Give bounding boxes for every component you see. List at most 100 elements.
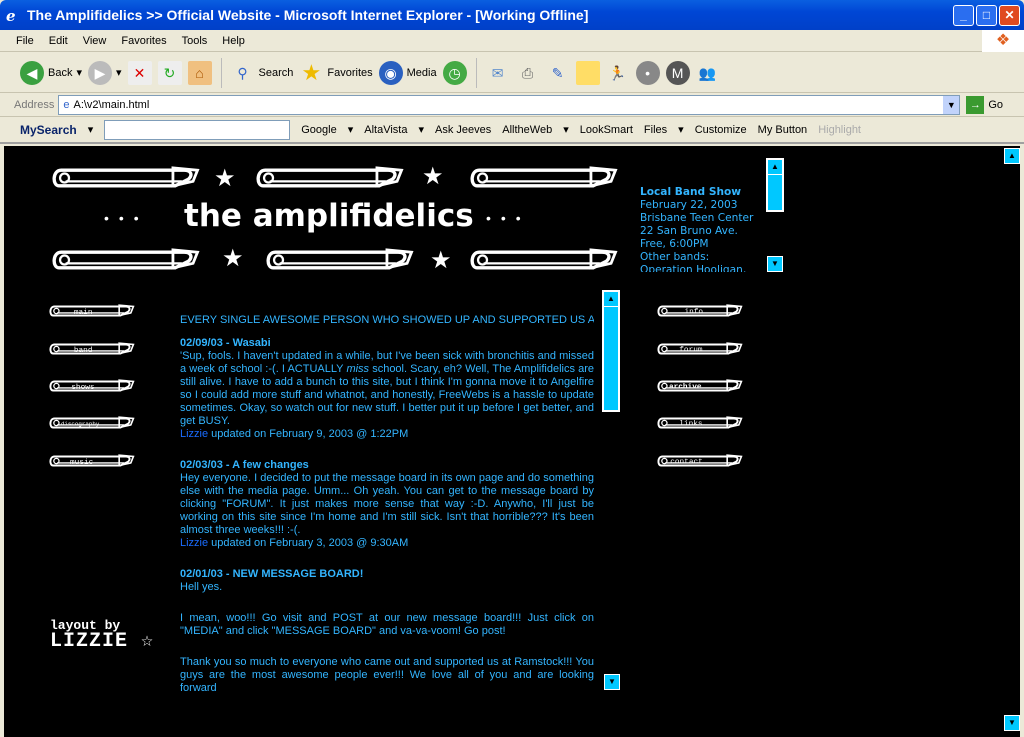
event-scroll-up[interactable]: ▲ [767,159,783,175]
note-icon[interactable] [575,60,600,85]
favorites-button[interactable]: ★ Favorites [299,60,373,85]
dots-decoration: ••• [104,210,149,226]
nav-music[interactable]: music [48,450,136,472]
safety-pin-graphic [470,166,618,188]
messenger-icon[interactable]: 👥 [696,61,720,85]
highlight-button[interactable]: Highlight [818,124,861,136]
customize-button[interactable]: Customize [695,124,747,136]
ie-icon: e [6,7,16,25]
marquee-text: EVERY SINGLE AWESOME PERSON WHO SHOWED U… [180,314,594,326]
mail-icon[interactable]: ✉ [486,61,510,85]
star-icon: ★ [422,163,444,190]
nav-contact[interactable]: contact [656,450,744,472]
safety-pin-graphic [266,248,414,270]
home-icon[interactable]: ⌂ [187,60,212,85]
dots-decoration: ••• [486,210,531,226]
safety-pin-graphic [256,166,404,188]
menu-favorites[interactable]: Favorites [121,35,166,47]
search-icon: ⚲ [237,64,248,81]
nav-forum[interactable]: forum [656,338,744,360]
svg-text:archive: archive [669,384,702,392]
page-scroll-down[interactable]: ▼ [1004,715,1020,731]
svg-text:links: links [679,421,703,429]
altavista-button[interactable]: AltaVista [364,124,407,136]
page-scrollbar[interactable]: ▲ ▼ [1004,146,1020,737]
safety-pin-graphic [470,248,618,270]
askjeeves-button[interactable]: Ask Jeeves [435,124,491,136]
nav-main[interactable]: main [48,300,136,322]
news-scrollbar-thumb[interactable] [602,290,620,412]
media-icon: ◉ [378,60,403,85]
post-body: Hey everyone. I decided to put the messa… [180,472,594,536]
svg-text:music: music [70,459,94,467]
news-scroll-down[interactable]: ▼ [604,674,620,690]
post-title: 02/09/03 - Wasabi [180,337,271,349]
nav-shows[interactable]: shows [48,375,136,397]
mysearch-button[interactable]: MySearch [20,123,77,137]
nav-links[interactable]: links [656,412,744,434]
web-page: ★ ★ ★ ★ ••• ••• the amplifidelics Local … [4,146,1020,737]
news-scroll-up[interactable]: ▲ [603,291,619,307]
address-bar: Address e A:\v2\main.html ▼ → Go [0,93,1024,117]
maximize-button[interactable]: □ [976,5,997,26]
stop-icon[interactable]: ✕ [127,60,152,85]
address-dropdown[interactable]: ▼ [943,95,960,114]
menu-edit[interactable]: Edit [49,35,68,47]
history-icon[interactable]: ◷ [442,60,467,85]
google-button[interactable]: Google [301,124,336,136]
looksmart-button[interactable]: LookSmart [580,124,633,136]
svg-text:discography: discography [61,421,100,428]
post-title: 02/03/03 - A few changes [180,459,309,471]
author-link[interactable]: Lizzie [180,428,208,440]
minimize-button[interactable]: _ [953,5,974,26]
safety-pin-graphic [52,166,200,188]
event-scroll-down[interactable]: ▼ [767,256,783,272]
post-body: I mean, woo!!! Go visit and POST at our … [180,612,594,637]
page-scroll-up[interactable]: ▲ [1004,148,1020,164]
nav-archive[interactable]: archive [656,375,744,397]
address-input[interactable]: e A:\v2\main.html ▼ [58,94,961,115]
edit-icon[interactable]: ✎ [546,61,570,85]
title-bar: e The Amplifidelics >> Official Website … [0,0,1024,30]
news-panel: EVERY SINGLE AWESOME PERSON WHO SHOWED U… [180,314,594,724]
print-icon[interactable]: ⎙ [516,61,540,85]
author-link[interactable]: Lizzie [180,537,208,549]
discuss-icon[interactable]: • [635,60,660,85]
menu-tools[interactable]: Tools [182,35,208,47]
msn-icon[interactable]: M [665,60,690,85]
go-button[interactable]: → Go [966,95,1003,114]
post-body: Thank you so much to everyone who came o… [180,656,594,694]
post-meta: Lizzie updated on February 9, 2003 @ 1:2… [180,428,409,440]
files-button[interactable]: Files [644,124,667,136]
media-button[interactable]: ◉ Media [378,60,437,85]
refresh-icon[interactable]: ↻ [157,60,182,85]
alltheweb-button[interactable]: AlltheWeb [502,124,552,136]
svg-text:shows: shows [71,384,95,392]
nav-discography[interactable]: discography [48,412,136,434]
star-icon: ★ [430,247,452,274]
mysearch-input[interactable] [104,119,291,140]
search-button[interactable]: ⚲ Search [231,61,293,85]
svg-text:forum: forum [679,347,703,355]
menu-help[interactable]: Help [222,35,245,47]
aim-icon[interactable]: 🏃 [606,61,630,85]
layout-credit: layout by LIZZIE ☆ [50,618,155,653]
close-button[interactable]: ✕ [999,5,1020,26]
back-arrow-icon: ◀ [20,60,44,85]
event-box: Local Band Show February 22, 2003 Brisba… [640,186,754,272]
menu-file[interactable]: File [16,35,34,47]
nav-band[interactable]: band [48,338,136,360]
back-button[interactable]: ◀ Back ▾ [20,60,82,85]
menu-bar: File Edit View Favorites Tools Help [0,30,1024,52]
svg-text:info: info [684,309,703,317]
post-body: 'Sup, fools. I haven't updated in a whil… [180,350,594,427]
my-button[interactable]: My Button [758,124,808,136]
standard-toolbar: ◀ Back ▾ ▶ ▾ ✕ ↻ ⌂ ⚲ Search ★ Favorites ◉ Me… [0,53,1024,93]
post-title: 02/01/03 - NEW MESSAGE BOARD! [180,568,364,580]
star-icon: ★ [222,245,244,272]
forward-button[interactable]: ▶ ▾ [88,60,122,85]
nav-info[interactable]: info [656,300,744,322]
go-arrow-icon: → [966,95,985,114]
band-title-logo: the amplifidelics [184,198,474,234]
menu-view[interactable]: View [83,35,107,47]
